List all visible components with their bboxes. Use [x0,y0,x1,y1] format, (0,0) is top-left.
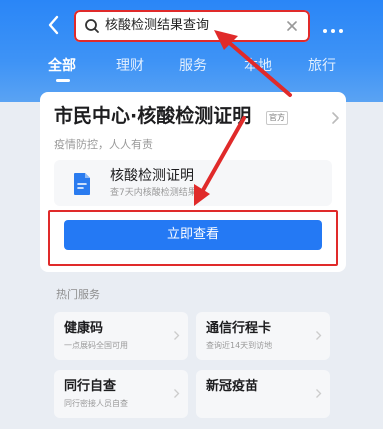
search-results-page: 核酸检测结果查询 全部 理财 服务 本地 旅行 市民中心·核酸检测证明 官方 疫… [0,0,383,429]
chevron-right-icon [315,326,322,340]
service-tile-covid-vaccine[interactable]: 新冠疫苗 [196,370,330,418]
service-name: 新冠疫苗 [206,379,259,394]
service-tile-trip-card[interactable]: 通信行程卡 查询近14天到访地 [196,312,330,360]
tab-finance[interactable]: 理财 [116,56,144,76]
nucleic-test-certificate-item[interactable]: 核酸检测证明 查7天内核酸检测结果 [54,160,332,206]
more-icon[interactable] [322,20,344,33]
card-subtitle: 疫情防控，人人有责 [54,138,153,151]
document-icon [72,172,92,196]
tab-travel[interactable]: 旅行 [308,56,336,76]
service-item-description: 查7天内核酸检测结果 [110,188,197,198]
service-description: 同行密接人员自查 [64,399,128,408]
annotation-highlight-button [48,210,338,266]
category-tabs: 全部 理财 服务 本地 旅行 [0,56,383,84]
service-tile-peer-check[interactable]: 同行自查 同行密接人员自查 [54,370,188,418]
service-tile-health-code[interactable]: 健康码 一点展码全国可用 [54,312,188,360]
service-name: 同行自查 [64,379,117,394]
service-name: 通信行程卡 [206,321,272,336]
tab-local[interactable]: 本地 [244,56,272,76]
hot-services-heading: 热门服务 [56,288,100,301]
chevron-right-icon [173,384,180,398]
chevron-right-icon[interactable] [330,110,340,124]
chevron-right-icon [173,326,180,340]
official-badge: 官方 [266,111,288,125]
service-description: 一点展码全国可用 [64,341,128,350]
active-tab-indicator [56,79,70,82]
service-name: 健康码 [64,321,104,336]
service-description: 查询近14天到访地 [206,341,273,350]
tab-services[interactable]: 服务 [179,56,207,76]
annotation-highlight-search [74,10,310,42]
tab-all[interactable]: 全部 [48,56,76,76]
back-arrow-icon[interactable] [44,12,64,38]
card-title[interactable]: 市民中心·核酸检测证明 [54,104,251,128]
service-item-title: 核酸检测证明 [110,168,194,184]
chevron-right-icon [315,384,322,398]
